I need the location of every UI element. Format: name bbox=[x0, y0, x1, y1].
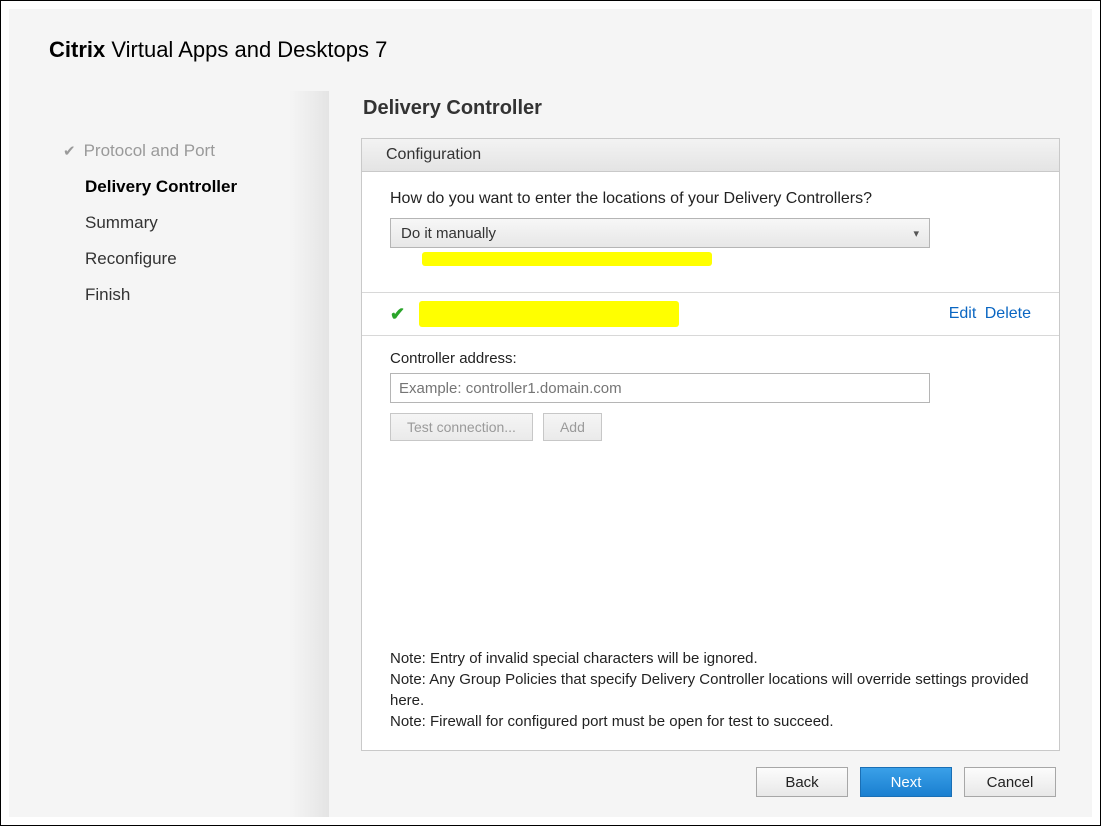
question-text: How do you want to enter the locations o… bbox=[390, 190, 1031, 208]
footer: Back Next Cancel bbox=[361, 751, 1060, 797]
redaction-highlight-top bbox=[422, 252, 712, 266]
brand-rest: Virtual Apps and Desktops 7 bbox=[105, 37, 387, 62]
sidebar-item-summary[interactable]: Summary bbox=[85, 213, 329, 233]
entry-actions: Edit Delete bbox=[945, 305, 1031, 323]
redaction-highlight bbox=[419, 301, 679, 327]
wizard-window: Citrix Virtual Apps and Desktops 7 ✔ Pro… bbox=[0, 0, 1101, 826]
check-icon: ✔ bbox=[63, 142, 76, 160]
entry-method-dropdown[interactable]: Do it manually ▾ bbox=[390, 218, 930, 248]
address-buttons: Test connection... Add bbox=[390, 413, 1031, 441]
notes: Note: Entry of invalid special character… bbox=[362, 648, 1059, 750]
address-label: Controller address: bbox=[390, 350, 1031, 367]
controller-entry-wrap: ✔ Edit Delete bbox=[362, 256, 1059, 336]
dropdown-value: Do it manually bbox=[401, 225, 496, 242]
note-line: Note: Any Group Policies that specify De… bbox=[390, 669, 1031, 711]
add-button[interactable]: Add bbox=[543, 413, 602, 441]
sidebar-item-delivery-controller[interactable]: Delivery Controller bbox=[85, 177, 329, 197]
note-line: Note: Entry of invalid special character… bbox=[390, 648, 1031, 669]
body: ✔ Protocol and Port Delivery Controller … bbox=[9, 91, 1092, 817]
sidebar-item-label: Protocol and Port bbox=[84, 141, 215, 161]
controller-address-input[interactable] bbox=[390, 373, 930, 403]
sidebar-item-reconfigure[interactable]: Reconfigure bbox=[85, 249, 329, 269]
sidebar-item-protocol-port[interactable]: ✔ Protocol and Port bbox=[63, 141, 329, 161]
sidebar-item-label: Delivery Controller bbox=[85, 177, 237, 197]
brand-bold: Citrix bbox=[49, 37, 105, 62]
cancel-button[interactable]: Cancel bbox=[964, 767, 1056, 797]
chevron-down-icon: ▾ bbox=[913, 227, 919, 240]
address-section: Controller address: Test connection... A… bbox=[362, 336, 1059, 441]
delete-link[interactable]: Delete bbox=[985, 305, 1031, 322]
note-line: Note: Firewall for configured port must … bbox=[390, 711, 1031, 732]
success-check-icon: ✔ bbox=[390, 304, 405, 325]
sidebar-item-finish[interactable]: Finish bbox=[85, 285, 329, 305]
entry-left: ✔ bbox=[390, 301, 679, 327]
panel-header: Configuration bbox=[362, 139, 1059, 172]
header: Citrix Virtual Apps and Desktops 7 bbox=[9, 9, 1092, 73]
test-connection-button[interactable]: Test connection... bbox=[390, 413, 533, 441]
wizard-inner: Citrix Virtual Apps and Desktops 7 ✔ Pro… bbox=[9, 9, 1092, 817]
sidebar-item-label: Finish bbox=[85, 285, 130, 305]
panel-body: How do you want to enter the locations o… bbox=[362, 172, 1059, 256]
edit-link[interactable]: Edit bbox=[949, 305, 977, 322]
config-panel: Configuration How do you want to enter t… bbox=[361, 138, 1060, 751]
sidebar-item-label: Reconfigure bbox=[85, 249, 177, 269]
sidebar-item-label: Summary bbox=[85, 213, 158, 233]
next-button[interactable]: Next bbox=[860, 767, 952, 797]
sidebar: ✔ Protocol and Port Delivery Controller … bbox=[9, 91, 329, 817]
page-title: Delivery Controller bbox=[361, 91, 1060, 138]
main: Delivery Controller Configuration How do… bbox=[329, 91, 1092, 817]
controller-entry-row: ✔ Edit Delete bbox=[362, 292, 1059, 336]
back-button[interactable]: Back bbox=[756, 767, 848, 797]
